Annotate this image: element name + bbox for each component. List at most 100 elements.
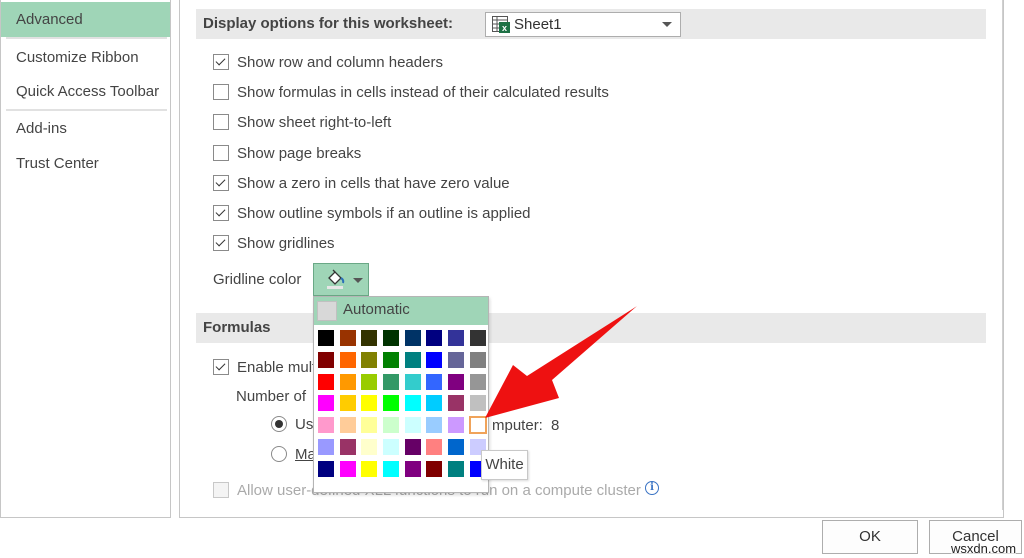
checkbox[interactable] <box>213 114 229 130</box>
color-swatch[interactable] <box>468 416 487 435</box>
color-swatch[interactable] <box>318 395 334 412</box>
nav-item-label: Trust Center <box>16 155 99 172</box>
svg-text:x: x <box>502 23 507 33</box>
vertical-scrollbar[interactable] <box>1002 0 1004 510</box>
color-swatch[interactable] <box>383 373 400 390</box>
radio-label: Us <box>295 416 314 433</box>
nav-item-add-ins[interactable]: Add-ins <box>1 111 170 146</box>
color-swatch[interactable] <box>448 460 465 477</box>
color-swatch[interactable] <box>383 438 400 455</box>
checkbox[interactable] <box>213 175 229 191</box>
info-icon[interactable]: i <box>645 481 659 495</box>
option-label: Show row and column headers <box>237 54 443 71</box>
color-swatch[interactable] <box>426 460 443 477</box>
color-swatch[interactable] <box>448 330 465 346</box>
color-swatch[interactable] <box>404 395 421 412</box>
color-swatch[interactable] <box>339 395 356 412</box>
color-swatch[interactable] <box>469 395 486 412</box>
color-swatch[interactable] <box>404 373 421 390</box>
color-swatch[interactable] <box>448 417 465 434</box>
processors-label-end: mputer: <box>492 417 543 434</box>
color-swatch[interactable] <box>426 330 443 346</box>
color-swatch[interactable] <box>426 438 443 455</box>
color-swatch[interactable] <box>448 373 465 390</box>
color-swatch[interactable] <box>404 330 421 346</box>
checkbox[interactable] <box>213 205 229 221</box>
nav-item-trust-center[interactable]: Trust Center <box>1 146 170 181</box>
color-swatch[interactable] <box>426 351 443 368</box>
color-swatch[interactable] <box>361 395 378 412</box>
color-swatch[interactable] <box>448 351 465 368</box>
color-swatch[interactable] <box>318 438 334 455</box>
scroll-down-button[interactable] <box>1003 484 1004 501</box>
color-swatch[interactable] <box>404 351 421 368</box>
nav-item-quick-access-toolbar[interactable]: Quick Access Toolbar <box>1 74 170 109</box>
paint-bucket-icon <box>327 269 345 289</box>
gridline-color-button[interactable] <box>313 263 369 296</box>
nav-separator <box>6 37 167 39</box>
color-swatch[interactable] <box>383 417 400 434</box>
radio-button[interactable] <box>271 446 287 462</box>
nav-item-label: Quick Access Toolbar <box>16 83 160 100</box>
ok-button[interactable]: OK <box>822 520 918 554</box>
color-swatch[interactable] <box>361 417 378 434</box>
options-content: Display options for this worksheet: x Sh… <box>179 0 1004 518</box>
color-swatch[interactable] <box>469 373 486 390</box>
color-swatch[interactable] <box>339 351 356 368</box>
color-swatch[interactable] <box>404 460 421 477</box>
color-swatch[interactable] <box>361 373 378 390</box>
color-swatch[interactable] <box>361 460 378 477</box>
checkbox[interactable] <box>213 145 229 161</box>
option-label: Show outline symbols if an outline is ap… <box>237 205 531 222</box>
color-swatch[interactable] <box>339 330 356 346</box>
color-swatch[interactable] <box>426 373 443 390</box>
checkbox <box>213 482 229 498</box>
display-options-title: Display options for this worksheet: <box>203 15 454 32</box>
nav-item-label: Add-ins <box>16 120 67 137</box>
chevron-down-icon <box>662 22 672 27</box>
formulas-title: Formulas <box>203 319 271 336</box>
color-swatch[interactable] <box>448 438 465 455</box>
color-swatch[interactable] <box>318 373 334 390</box>
checkbox[interactable] <box>213 359 229 375</box>
checkbox[interactable] <box>213 235 229 251</box>
color-swatch[interactable] <box>448 395 465 412</box>
radio-button[interactable] <box>271 416 287 432</box>
color-swatch[interactable] <box>339 438 356 455</box>
color-swatch[interactable] <box>339 460 356 477</box>
color-swatch-grid <box>318 330 487 477</box>
watermark: wsxdn.com <box>951 541 1017 556</box>
checkbox[interactable] <box>213 84 229 100</box>
color-swatch[interactable] <box>426 417 443 434</box>
color-swatch[interactable] <box>404 417 421 434</box>
color-swatch[interactable] <box>469 330 486 346</box>
color-swatch[interactable] <box>339 373 356 390</box>
color-swatch[interactable] <box>318 351 334 368</box>
color-swatch[interactable] <box>426 395 443 412</box>
color-swatch[interactable] <box>469 351 486 368</box>
color-swatch[interactable] <box>361 438 378 455</box>
color-swatch[interactable] <box>361 351 378 368</box>
color-swatch[interactable] <box>383 330 400 346</box>
nav-item-customize-ribbon[interactable]: Customize Ribbon <box>1 40 170 75</box>
color-swatch[interactable] <box>318 330 334 346</box>
color-swatch[interactable] <box>404 438 421 455</box>
color-swatch[interactable] <box>339 417 356 434</box>
sheet-select[interactable]: x Sheet1 <box>485 12 681 37</box>
checkbox[interactable] <box>213 54 229 70</box>
color-swatch[interactable] <box>383 460 400 477</box>
color-swatch[interactable] <box>383 351 400 368</box>
color-swatch[interactable] <box>318 417 334 434</box>
color-palette-dropdown: Automatic <box>313 296 489 493</box>
color-swatch[interactable] <box>383 395 400 412</box>
number-of-threads-label: Number of <box>236 388 307 405</box>
sheet-select-value: Sheet1 <box>514 16 562 33</box>
color-tooltip: White <box>481 450 528 480</box>
color-swatch[interactable] <box>318 460 334 477</box>
nav-item-label: Customize Ribbon <box>16 49 139 66</box>
automatic-label: Automatic <box>343 301 410 318</box>
option-label: Show formulas in cells instead of their … <box>237 84 609 101</box>
color-swatch[interactable] <box>361 330 378 346</box>
nav-item-advanced[interactable]: Advanced <box>1 2 170 37</box>
automatic-color-option[interactable]: Automatic <box>314 297 488 325</box>
